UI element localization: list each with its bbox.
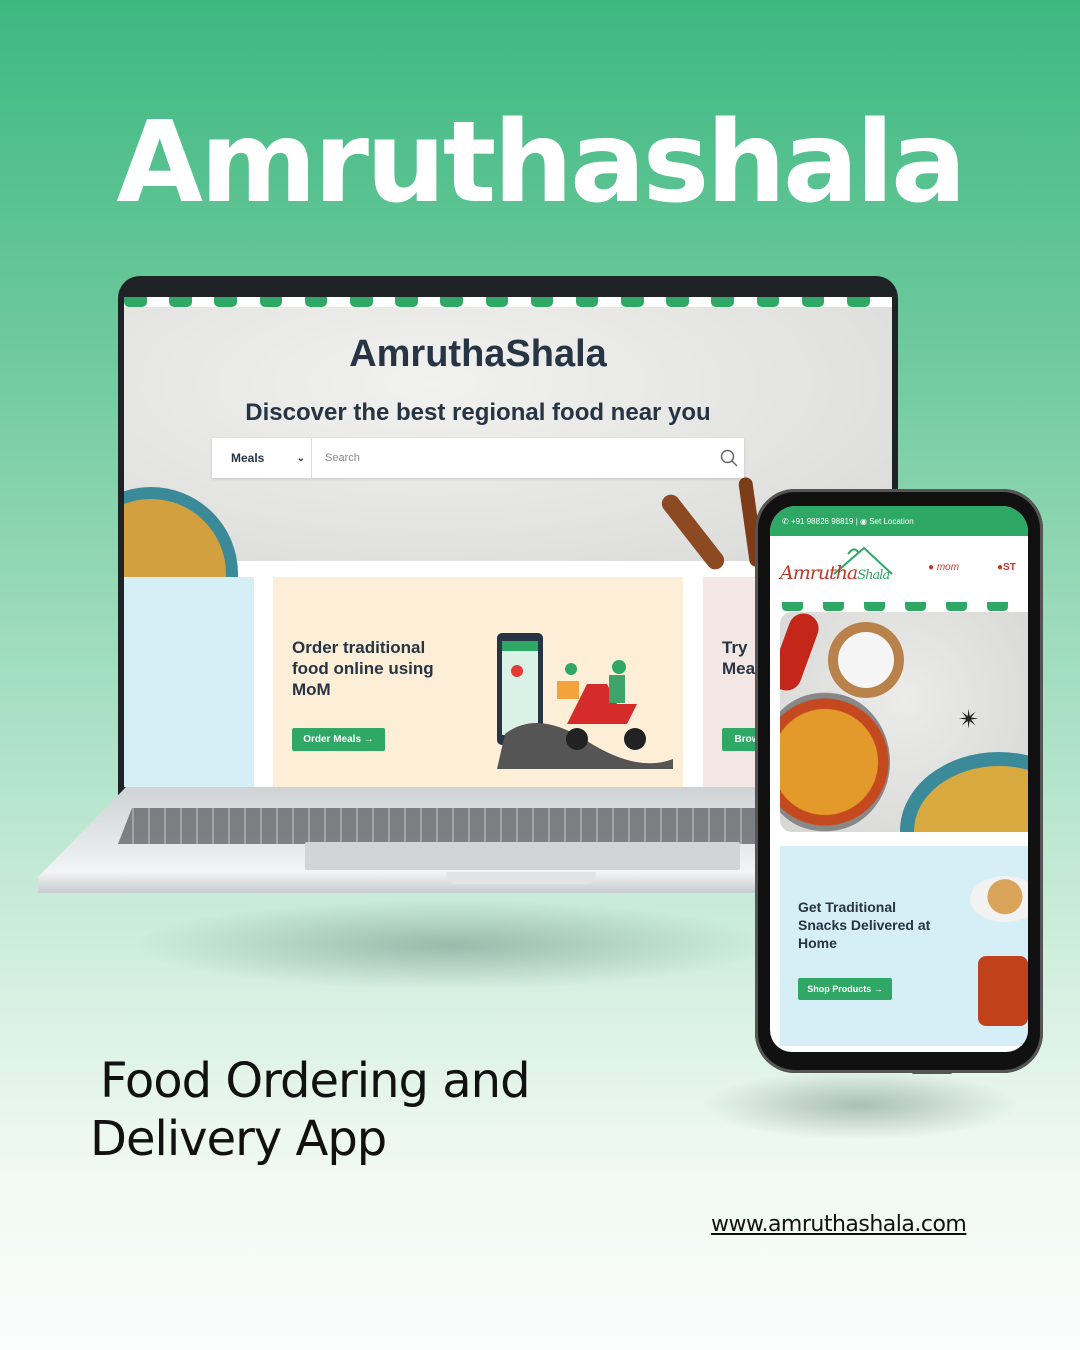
meals-promo-title: Order traditional food online using MoM: [292, 638, 434, 699]
snacks-promo-title: Get Traditional Snacks Delivered at Home: [798, 899, 931, 951]
category-select-value: Meals: [231, 451, 265, 465]
laptop-trackpad: [305, 842, 740, 870]
snacks-promo-card: Get Traditional Snacks Delivered at Home…: [780, 846, 1028, 1046]
site-headline: Discover the best regional food near you: [245, 399, 711, 426]
chickpea-curry-image: [780, 692, 890, 832]
website-link[interactable]: www.amruthashala.com: [711, 1212, 967, 1237]
phone-screen: ✆ +91 98826 98819 | ◉ Set Location Amrut…: [770, 506, 1028, 1052]
star-anise-image: ✴: [958, 704, 980, 734]
amruthashala-logo[interactable]: AmruthaShala: [780, 562, 890, 584]
site-brand-title: AmruthaShala: [349, 333, 607, 375]
arrow-right-icon: →: [873, 984, 883, 994]
phone-home-indicator: [912, 1071, 952, 1074]
shop-products-button-label: Shop Products: [807, 984, 872, 994]
hero-title: Amruthashala: [116, 98, 966, 228]
phone-topbar: ✆ +91 98826 98819 | ◉ Set Location: [770, 506, 1028, 536]
contact-number[interactable]: +91 98826 98819: [791, 517, 854, 526]
snacks-plate-image: [970, 876, 1028, 922]
dal-bowl-image: [900, 752, 1028, 832]
topbar-separator: |: [855, 516, 858, 526]
search-bar: Meals ⌄ Search: [212, 438, 744, 478]
st-logo[interactable]: ●ST: [997, 562, 1016, 573]
meals-promo-card: Order traditional food online using MoM …: [273, 577, 683, 787]
laptop-notch: [446, 872, 596, 884]
chevron-down-icon: ⌄: [296, 452, 305, 464]
search-icon[interactable]: [714, 449, 744, 467]
salt-bowl-image: [828, 622, 904, 698]
search-input[interactable]: Search: [312, 452, 714, 464]
snacks-promo-card: [124, 577, 254, 787]
location-pin-icon: ◉: [860, 516, 867, 526]
delivery-scooter-illustration: [497, 633, 673, 769]
order-meals-button[interactable]: Order Meals →: [292, 728, 385, 751]
cinnamon-image: [658, 490, 728, 574]
browse-card-title: Try Mea: [722, 638, 756, 678]
tagline-line-1: Food Ordering and: [100, 1053, 531, 1109]
phone-header: AmruthaShala ● mom ●ST: [770, 536, 1028, 606]
pickle-jar-image: [978, 956, 1028, 1026]
category-select[interactable]: Meals ⌄: [212, 438, 312, 478]
arrow-right-icon: →: [363, 734, 374, 745]
laptop-shadow: [130, 900, 770, 990]
shop-products-button[interactable]: Shop Products →: [798, 978, 892, 1000]
tagline-line-2: Delivery App: [90, 1111, 387, 1167]
phone-icon: ✆: [782, 516, 789, 526]
set-location-link[interactable]: Set Location: [869, 517, 913, 526]
mom-logo[interactable]: ● mom: [928, 562, 959, 573]
phone-shadow: [700, 1070, 1020, 1140]
awning-border: [124, 297, 892, 311]
tagline: Food Ordering and Delivery App: [90, 1052, 531, 1168]
order-meals-button-label: Order Meals: [303, 734, 362, 745]
phone-hero-image: ✴: [780, 612, 1028, 832]
red-chili-image: [780, 612, 823, 695]
